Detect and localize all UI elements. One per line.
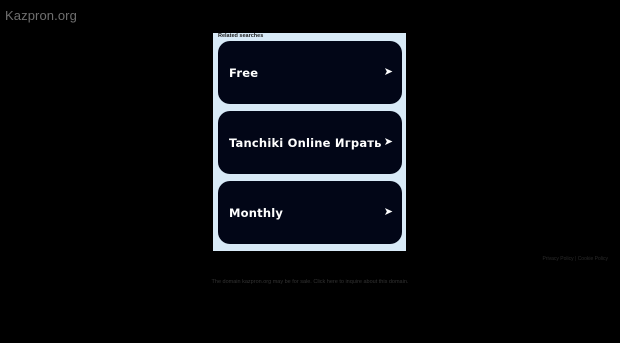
arrow-right-icon: ➤ <box>383 206 393 218</box>
page: Kazpron.org Related searches Free ➤ Tanc… <box>0 0 620 343</box>
site-title[interactable]: Kazpron.org <box>5 8 77 23</box>
related-search-label: Free <box>229 65 259 80</box>
arrow-right-icon: ➤ <box>383 66 393 78</box>
related-search-free[interactable]: Free ➤ <box>218 41 402 104</box>
related-searches-panel: Related searches Free ➤ Tanchiki Online … <box>213 33 406 251</box>
arrow-right-icon: ➤ <box>383 136 393 148</box>
related-searches-heading: Related searches <box>218 33 264 39</box>
related-search-monthly[interactable]: Monthly ➤ <box>218 181 402 244</box>
related-search-label: Tanchiki Online Играть <box>229 135 382 150</box>
related-search-label: Monthly <box>229 205 284 220</box>
privacy-policy-link[interactable]: Privacy Policy | Cookie Policy <box>543 256 609 262</box>
domain-sale-note[interactable]: The domain kazpron.org may be for sale. … <box>0 279 620 285</box>
related-search-tanchiki-online[interactable]: Tanchiki Online Играть ➤ <box>218 111 402 174</box>
